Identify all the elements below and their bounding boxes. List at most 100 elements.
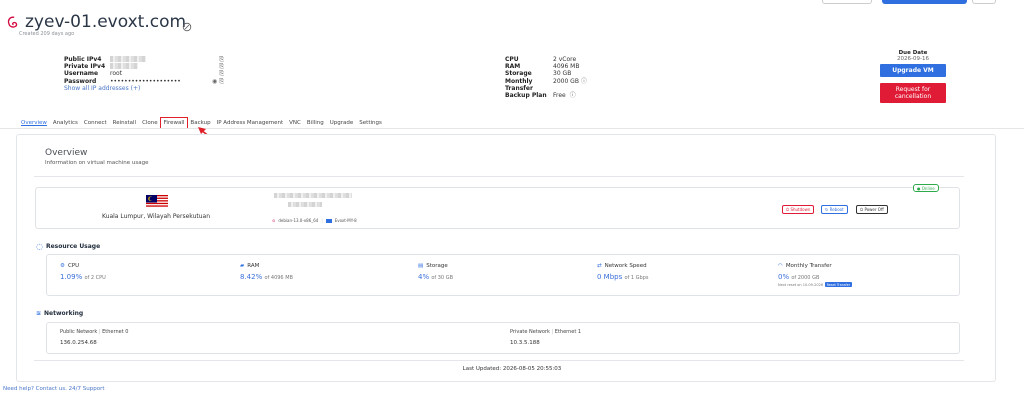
transfer-label: Transfer xyxy=(505,84,533,92)
public-ip: 136.0.254.68 xyxy=(60,340,97,346)
cpu-metric-label: CPU xyxy=(67,263,80,269)
due-date-panel: Due Date 2026-09-16 xyxy=(880,50,946,62)
backup-label: Backup Plan xyxy=(505,92,547,100)
storage-label: Storage xyxy=(505,70,532,78)
private-ipv4-label: Private IPv4 xyxy=(64,63,106,71)
last-updated: Last Updated: 2026-08-05 20:55:03 xyxy=(462,366,562,372)
storage-icon: ▤ xyxy=(418,263,424,269)
reset-transfer-button[interactable]: Reset Transfer xyxy=(825,282,852,287)
server-meta: ⊙ debian-13.0-x86_64 | Evoxt-MY-8 xyxy=(272,218,357,223)
tab-reinstall[interactable]: Reinstall xyxy=(110,118,139,128)
tab-divider xyxy=(0,128,1024,129)
malaysia-flag-icon xyxy=(146,195,168,208)
copy-icon[interactable]: ⎘ xyxy=(219,70,224,77)
status-dot-icon: ● xyxy=(917,185,921,191)
node-icon xyxy=(325,218,332,223)
power-off-button[interactable]: ⏻ Power Off xyxy=(856,205,888,214)
copy-icon[interactable]: ⎘ xyxy=(219,63,224,70)
tab-overview[interactable]: Overview xyxy=(18,118,50,128)
os-name: debian-13.0-x86_64 xyxy=(278,218,319,223)
tab-analytics[interactable]: Analytics xyxy=(50,118,81,128)
username-value: root xyxy=(110,70,123,78)
cpu-metric: ⚙ CPU 1.09% of 2 CPU xyxy=(60,263,106,281)
server-ip-blurred xyxy=(274,193,352,198)
transfer-reset-date: Next reset on 10-09-2026 xyxy=(778,282,824,287)
network-speed-metric: ⇄ Network Speed 0 Mbps of 1 Gbps xyxy=(597,263,649,281)
hostname: zyev-01.evoxt.com xyxy=(25,12,187,32)
edit-hostname-icon[interactable] xyxy=(182,22,192,32)
monthly-transfer-metric: ◠ Monthly Transfer 0% of 2000 GB Next res… xyxy=(778,263,852,287)
top-clipped-button-1[interactable] xyxy=(822,0,872,4)
network-metric-of: of 1 Gbps xyxy=(624,275,649,281)
cpu-label: CPU xyxy=(505,56,519,63)
public-ipv4-label: Public IPv4 xyxy=(64,56,102,63)
reboot-label: Reboot xyxy=(829,207,844,212)
tab-firewall[interactable]: Firewall xyxy=(159,117,189,129)
transfer-metric-value: 0% xyxy=(778,273,790,281)
private-network-header: Private Network | Ethernet 1 xyxy=(510,329,582,335)
shutdown-label: Shutdown xyxy=(790,207,811,212)
wifi-icon: ≋ xyxy=(36,310,42,317)
private-ipv4-value xyxy=(110,63,138,70)
tab-upgrade[interactable]: Upgrade xyxy=(327,118,357,128)
divider xyxy=(34,176,964,177)
debian-os-icon: ⊙ xyxy=(272,218,276,223)
private-network-label: Private Network xyxy=(510,329,550,335)
tab-vnc[interactable]: VNC xyxy=(286,118,304,128)
network-metric-value: 0 Mbps xyxy=(597,273,623,281)
private-network-iface: Ethernet 1 xyxy=(554,329,582,335)
top-clipped-button-3[interactable] xyxy=(972,0,996,4)
vm-credentials: Public IPv4 ⎘ Private IPv4 ⎘ Username root ⎘… xyxy=(64,56,224,92)
cpu-metric-value: 1.09% xyxy=(60,273,83,281)
resource-usage-heading: ◌ Resource Usage xyxy=(36,242,100,251)
divider xyxy=(34,360,964,361)
tab-settings[interactable]: Settings xyxy=(356,118,385,128)
tab-connect[interactable]: Connect xyxy=(81,118,110,128)
networking-heading: ≋ Networking xyxy=(36,310,83,317)
info-icon[interactable]: ⓘ xyxy=(570,92,576,99)
public-network-header: Public Network | Ethernet 0 xyxy=(60,329,129,335)
tab-billing[interactable]: Billing xyxy=(304,118,327,128)
vm-title: zyev-01.evoxt.com xyxy=(6,12,186,32)
copy-icon[interactable]: ⎘ xyxy=(219,56,224,63)
private-ip: 10.3.5.188 xyxy=(510,340,540,346)
node-name: Evoxt-MY-8 xyxy=(334,218,357,223)
reboot-button[interactable]: ↻ Reboot xyxy=(821,205,848,214)
monthly-label: Monthly xyxy=(505,77,533,85)
cpu-icon: ⚙ xyxy=(60,263,65,269)
server-location: Kuala Lumpur, Wilayah Persekutuan xyxy=(102,213,210,220)
server-ip-blurred-2 xyxy=(288,202,322,207)
networking-title: Networking xyxy=(44,310,84,317)
transfer-metric-of: of 2000 GB xyxy=(791,275,820,281)
ram-icon: ▰ xyxy=(240,263,245,269)
created-text: Created 209 days ago xyxy=(19,31,75,37)
networking-box xyxy=(46,322,960,354)
ram-label: RAM xyxy=(505,63,521,71)
tab-clone[interactable]: Clone xyxy=(139,118,161,128)
transfer-metric-label: Monthly Transfer xyxy=(785,263,832,269)
network-icon: ⇄ xyxy=(597,263,602,269)
cpu-metric-of: of 2 CPU xyxy=(84,275,106,281)
storage-metric-label: Storage xyxy=(426,263,448,269)
show-all-ip-link[interactable]: Show all IP addresses (+) xyxy=(64,85,224,92)
support-link[interactable]: Need help? Contact us. 24/7 Support xyxy=(3,386,105,392)
public-ipv4-value xyxy=(110,56,146,62)
status-badge: ● Online xyxy=(913,184,939,192)
eye-icon[interactable]: ◉ ⎘ xyxy=(212,78,224,85)
due-date-value: 2026-09-16 xyxy=(897,56,929,62)
upgrade-vm-button[interactable]: Upgrade VM xyxy=(880,64,946,77)
storage-metric-of: of 30 GB xyxy=(431,275,454,281)
shutdown-button[interactable]: ⏻ Shutdown xyxy=(782,205,815,214)
public-network-iface: Ethernet 0 xyxy=(102,329,129,335)
ram-metric-label: RAM xyxy=(247,263,260,269)
info-icon[interactable]: ⓘ xyxy=(581,78,587,85)
overview-title: Overview xyxy=(45,148,88,158)
request-cancellation-button[interactable]: Request for cancellation xyxy=(880,83,946,103)
tab-ip-address-management[interactable]: IP Address Management xyxy=(214,118,287,128)
debian-logo-icon xyxy=(7,15,18,28)
top-clipped-button-2[interactable] xyxy=(882,0,967,4)
username-label: Username xyxy=(64,70,99,78)
public-network-label: Public Network xyxy=(60,329,98,335)
storage-metric-value: 4% xyxy=(418,273,430,281)
ram-metric-value: 8.42% xyxy=(240,273,263,281)
